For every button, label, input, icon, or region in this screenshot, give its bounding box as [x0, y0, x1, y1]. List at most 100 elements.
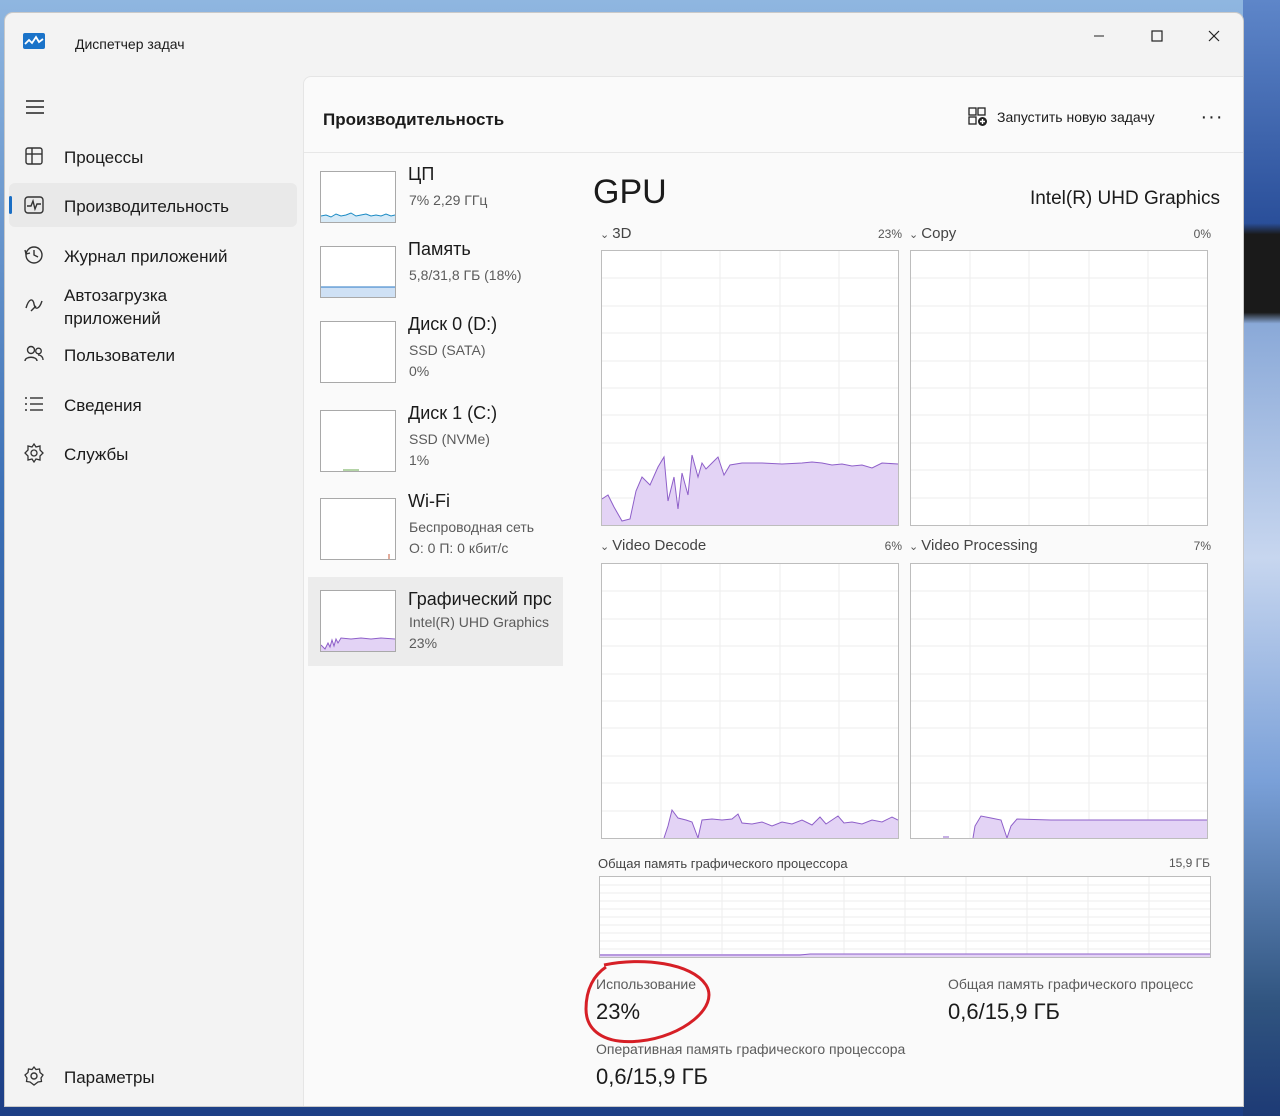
sidebar-item-settings[interactable]: Параметры — [9, 1056, 297, 1096]
resource-item-gpu[interactable]: Графический прс Intel(R) UHD Graphics 23… — [308, 577, 563, 666]
sidebar-item-label: Службы — [64, 445, 129, 464]
more-icon: ··· — [1200, 105, 1224, 128]
engine-percent: 7% — [1193, 539, 1211, 553]
sidebar-item-services[interactable]: Службы — [9, 431, 297, 475]
users-icon — [24, 345, 44, 362]
engine-label: Copy — [921, 225, 957, 242]
task-manager-app-icon — [23, 33, 45, 49]
resource-sub1: 5,8/31,8 ГБ (18%) — [409, 267, 522, 283]
disk1-thumbnail — [320, 410, 396, 472]
resource-sub2: 0% — [409, 363, 430, 379]
shared-memory-graph — [599, 876, 1211, 958]
cpu-thumbnail — [320, 171, 396, 223]
engine-label: Video Decode — [612, 537, 707, 554]
engine-3d-selector[interactable]: ⌄ 3D — [600, 225, 631, 242]
gear-icon — [24, 1065, 44, 1086]
resource-sub2: 23% — [409, 635, 438, 651]
engine-3d-graph — [601, 250, 899, 526]
engine-copy-selector[interactable]: ⌄ Copy — [909, 225, 956, 242]
resource-sub1: 7% 2,29 ГГц — [409, 192, 488, 208]
engine-label: Video Processing — [921, 537, 1038, 554]
resource-item-disk0[interactable]: Диск 0 (D:) SSD (SATA) 0% — [308, 311, 563, 395]
settings-label: Параметры — [64, 1068, 155, 1087]
resource-sub1: Intel(R) UHD Graphics — [409, 614, 550, 630]
sidebar-item-label: Сведения — [64, 396, 142, 415]
shared-memory-graph-max: 15,9 ГБ — [1168, 856, 1210, 870]
sidebar-item-users[interactable]: Пользователи — [9, 332, 297, 376]
engine-video-processing-graph — [910, 563, 1208, 839]
shared-memory-graph-label: Общая память графического процессора — [598, 856, 848, 871]
more-options-button[interactable]: ··· — [1194, 99, 1230, 135]
resource-name: Диск 0 (D:) — [408, 314, 498, 334]
performance-icon — [24, 196, 44, 214]
performance-pane: Производительность Запустить новую задач… — [303, 76, 1243, 1106]
memory-thumbnail — [320, 246, 396, 298]
engine-video-decode-selector[interactable]: ⌄ Video Decode — [600, 537, 706, 554]
sidebar-item-label: Производительность — [64, 197, 230, 216]
disk0-thumbnail — [320, 321, 396, 383]
resource-item-wifi[interactable]: Wi-Fi Беспроводная сеть О: 0 П: 0 кбит/с — [308, 488, 563, 572]
sidebar-item-label: Пользователи — [64, 346, 175, 365]
run-new-task-button[interactable]: Запустить новую задачу — [968, 99, 1155, 135]
minimize-button[interactable] — [1076, 21, 1122, 51]
gpu-thumbnail — [320, 590, 396, 652]
shared-memory-label: Общая память графического процесс — [948, 976, 1194, 992]
maximize-icon — [1151, 30, 1163, 42]
resource-sub2: О: 0 П: 0 кбит/с — [409, 540, 509, 556]
engine-copy-graph — [910, 250, 1208, 526]
startup-icon — [25, 299, 43, 312]
shared-memory-value: 0,6/15,9 ГБ — [948, 999, 1060, 1024]
resource-name: ЦП — [408, 164, 435, 184]
resource-name: Диск 1 (C:) — [408, 403, 498, 423]
sidebar-item-label: Процессы — [64, 148, 144, 167]
sidebar-item-performance[interactable]: Производительность — [9, 183, 297, 227]
resource-name: Память — [408, 239, 471, 259]
desktop-wallpaper — [1243, 0, 1280, 1116]
resource-item-cpu[interactable]: ЦП 7% 2,29 ГГц — [308, 161, 563, 245]
dedicated-memory-label: Оперативная память графического процессо… — [596, 1041, 906, 1057]
sidebar-item-startup[interactable]: Автозагрузка приложений — [9, 283, 297, 333]
resource-sub1: SSD (SATA) — [409, 342, 486, 358]
close-icon — [1208, 30, 1220, 42]
services-icon — [24, 442, 44, 464]
engine-percent: 23% — [877, 227, 902, 241]
gpu-heading: GPU — [593, 173, 667, 211]
window-title: Диспетчер задач — [75, 36, 185, 52]
wifi-thumbnail — [320, 498, 396, 560]
new-task-icon — [968, 107, 987, 126]
sidebar-item-label: Журнал приложений — [64, 247, 228, 266]
details-icon — [25, 397, 43, 411]
resource-sub1: SSD (NVMe) — [409, 431, 490, 447]
engine-percent: 6% — [884, 539, 902, 553]
selection-indicator — [9, 196, 12, 214]
resource-name: Графический прс — [408, 589, 552, 609]
sidebar-item-app-history[interactable]: Журнал приложений — [9, 233, 297, 277]
red-annotation-circle — [584, 960, 711, 1044]
minimize-icon — [1094, 35, 1104, 37]
sidebar-item-processes[interactable]: Процессы — [9, 134, 297, 178]
resource-sub2: 1% — [409, 452, 430, 468]
hamburger-menu-icon[interactable] — [23, 97, 47, 117]
gpu-model-name: Intel(R) UHD Graphics — [1029, 188, 1220, 209]
chevron-down-icon: ⌄ — [909, 229, 922, 241]
engine-percent: 0% — [1193, 227, 1211, 241]
page-title: Производительность — [323, 110, 505, 129]
sidebar-item-label: Автозагрузка приложений — [64, 286, 168, 328]
resource-sub1: Беспроводная сеть — [409, 519, 535, 535]
resource-name: Wi-Fi — [408, 491, 450, 511]
close-button[interactable] — [1191, 21, 1237, 51]
task-manager-window: Диспетчер задач Процессы Производительно… — [5, 13, 1243, 1106]
resource-item-memory[interactable]: Память 5,8/31,8 ГБ (18%) — [308, 236, 563, 320]
maximize-button[interactable] — [1134, 21, 1180, 51]
run-new-task-label: Запустить новую задачу — [997, 109, 1155, 125]
engine-video-processing-selector[interactable]: ⌄ Video Processing — [909, 537, 1038, 554]
sidebar-item-details[interactable]: Сведения — [9, 382, 297, 426]
dedicated-memory-value: 0,6/15,9 ГБ — [596, 1064, 708, 1089]
history-icon — [24, 246, 43, 264]
header-divider — [304, 152, 1243, 153]
processes-icon — [25, 147, 43, 165]
title-bar: Диспетчер задач — [5, 13, 1243, 77]
chevron-down-icon: ⌄ — [600, 229, 613, 241]
resource-item-disk1[interactable]: Диск 1 (C:) SSD (NVMe) 1% — [308, 400, 563, 484]
chevron-down-icon: ⌄ — [909, 541, 922, 553]
